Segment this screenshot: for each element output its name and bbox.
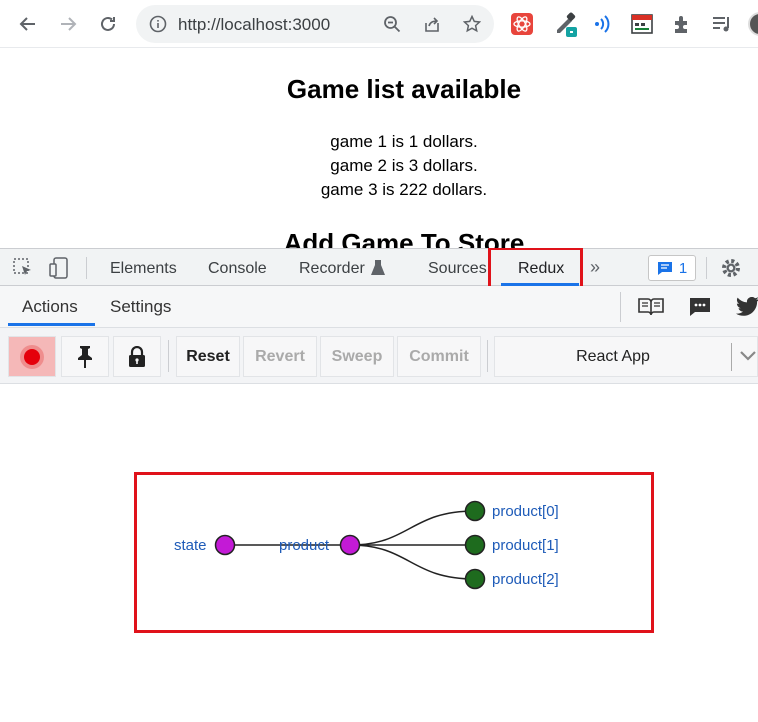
tree-node-product-0[interactable] — [464, 500, 486, 522]
tree-node-product-1[interactable] — [464, 534, 486, 556]
tree-label-product: product — [279, 537, 330, 554]
tree-label-product-2: product[2] — [492, 571, 559, 588]
tree-node-product-2[interactable] — [464, 568, 486, 590]
tree-node-state[interactable] — [214, 534, 236, 556]
tree-link-product-0 — [349, 510, 476, 546]
state-tree — [214, 500, 486, 590]
tree-label-product-1: product[1] — [492, 537, 559, 554]
tree-label-product-0: product[0] — [492, 503, 559, 520]
tree-node-product[interactable] — [339, 534, 361, 556]
tree-label-state: state — [174, 537, 207, 554]
tree-link-product-2 — [349, 544, 476, 580]
